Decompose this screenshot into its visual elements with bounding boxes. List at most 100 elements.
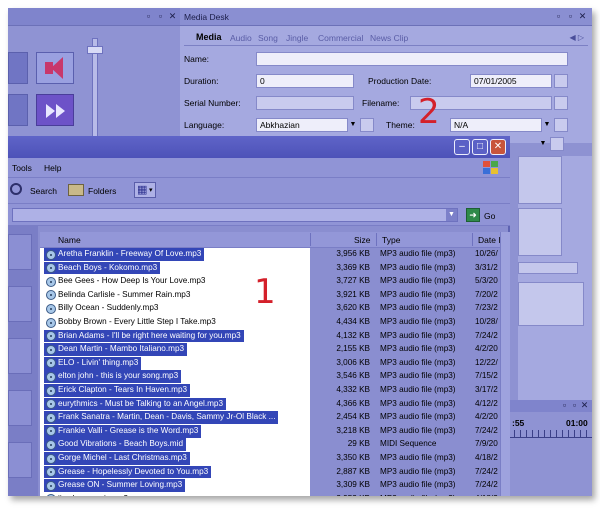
table-row[interactable]: ELO - Livin' thing.mp3 3,006 KB MP3 audio … [40,356,510,371]
close-button[interactable]: ✕ [490,139,506,155]
timeline-ruler[interactable] [508,430,592,438]
column-divider[interactable] [376,233,377,246]
pin-icon[interactable]: ▫ [560,401,569,410]
file-name[interactable]: Bobby Brown - Every Little Step I Take.m… [44,316,219,329]
menu-help[interactable]: Help [44,163,61,173]
float-icon[interactable]: ▫ [570,401,579,410]
search-icon[interactable] [10,183,22,195]
notes-textarea[interactable] [518,208,562,256]
file-name[interactable]: Frank Sanatra - Martin, Dean - Davis, Sa… [44,411,279,424]
minimize-button[interactable]: – [454,139,470,155]
maximize-button[interactable]: □ [472,139,488,155]
file-name[interactable]: Erick Clapton - Tears In Haven.mp3 [44,384,191,397]
column-divider[interactable] [310,233,311,246]
language-options-button[interactable] [360,118,374,132]
date-picker-button[interactable] [554,74,568,88]
column-date[interactable]: Date I [478,235,501,245]
production-date-input[interactable]: 07/01/2005 [470,74,552,88]
chevron-down-icon[interactable]: ▼ [446,209,457,221]
tab-audio[interactable]: Audio [230,33,252,43]
table-row[interactable]: Bobby Brown - Every Little Step I Take.m… [40,316,510,330]
file-name[interactable]: Grease - Hopelessly Devoted to You.mp3 [44,465,212,479]
menu-tools[interactable]: Tools [12,163,32,173]
chevron-down-icon[interactable]: ▼ [538,138,548,150]
task-pane-section[interactable] [8,286,32,322]
table-row[interactable]: Dean Martin - Mambo Italiano.mp3 2,155 KB… [40,343,510,357]
tab-commercial[interactable]: Commercial [318,33,363,43]
go-arrow-icon[interactable]: ➜ [466,208,480,222]
folder-icon[interactable] [68,184,84,196]
file-name[interactable]: Aretha Franklin - Freeway Of Love.mp3 [44,248,205,261]
table-row[interactable]: Good Vibrations - Beach Boys.mid 29 KB MID… [40,438,510,452]
task-pane-section[interactable] [8,338,32,374]
file-name[interactable]: Brian Adams - I'll be right here waiting… [44,329,244,343]
column-divider[interactable] [472,233,473,246]
table-row[interactable]: Grease ON - Summer Loving.mp3 3,309 KB MP3… [40,479,510,493]
table-row[interactable]: Aretha Franklin - Freeway Of Love.mp3 3,9… [40,248,510,262]
file-name[interactable]: Dean Martin - Mambo Italiano.mp3 [44,343,188,356]
file-name[interactable]: Billy Ocean - Suddenly.mp3 [44,302,161,315]
name-input[interactable] [256,52,568,66]
volume-slider-handle[interactable] [87,46,103,54]
pin-icon[interactable]: ▫ [554,12,563,21]
description-textarea[interactable] [518,156,562,204]
file-name[interactable]: Frankie Valli - Grease is the Word.mp3 [44,424,202,438]
fast-forward-icon[interactable] [36,94,74,126]
chevron-down-icon[interactable]: ▼ [348,119,358,131]
column-name[interactable]: Name [58,235,81,245]
close-icon[interactable]: ✕ [578,12,587,21]
task-pane-section[interactable] [8,390,32,426]
theme-options-button[interactable] [554,118,568,132]
file-name[interactable]: jive bunny mix.mp3 [44,493,131,496]
file-name[interactable]: elton john - this is your song.mp3 [44,370,182,384]
close-icon[interactable]: ✕ [168,12,177,21]
table-row[interactable]: Grease - Hopelessly Devoted to You.mp3 2,… [40,465,510,480]
task-pane-section[interactable] [8,234,32,270]
task-pane-section[interactable] [8,442,32,478]
file-name[interactable]: Beach Boys - Kokomo.mp3 [44,261,161,275]
file-name[interactable]: Belinda Carlisle - Summer Rain.mp3 [44,289,193,302]
close-icon[interactable]: ✕ [580,401,589,410]
table-row[interactable]: eurythmics - Must be Talking to an Angel… [40,397,510,412]
volume-slider-track[interactable] [92,38,98,148]
duration-input[interactable]: 0 [256,74,354,88]
float-icon[interactable]: ▫ [566,12,575,21]
search-button[interactable]: Search [30,186,57,196]
file-name[interactable]: Gorge Michel - Last Christmas.mp3 [44,452,190,465]
table-row[interactable]: jive bunny mix.mp3 3,952 KB MP3 audio file… [40,493,510,496]
table-row[interactable]: Frank Sanatra - Martin, Dean - Davis, Sa… [40,411,510,425]
tab-news-clip[interactable]: News Clip [370,33,408,43]
chevron-down-icon[interactable]: ▼ [542,119,552,131]
file-name[interactable]: Good Vibrations - Beach Boys.mid [44,438,186,452]
extra-options-button[interactable] [550,137,564,151]
file-name[interactable]: eurythmics - Must be Talking to an Angel… [44,397,227,411]
table-row[interactable]: Frankie Valli - Grease is the Word.mp3 3,… [40,424,510,439]
tab-song[interactable]: Song [258,33,278,43]
views-icon[interactable] [134,182,156,198]
column-size[interactable]: Size [354,235,371,245]
table-row[interactable]: Gorge Michel - Last Christmas.mp3 3,350 K… [40,452,510,466]
pin-icon[interactable]: ▫ [144,12,153,21]
tab-jingle[interactable]: Jingle [286,33,308,43]
float-icon[interactable]: ▫ [156,12,165,21]
folders-button[interactable]: Folders [88,186,116,196]
table-row[interactable]: Brian Adams - I'll be right here waiting… [40,329,510,344]
address-input[interactable] [12,208,458,222]
speaker-icon[interactable] [36,52,74,84]
left-control-button[interactable] [8,94,28,126]
file-name[interactable]: Bee Gees - How Deep Is Your Love.mp3 [44,275,208,288]
tab-scroll-arrows[interactable]: ◀ ▷ [569,33,584,42]
table-row[interactable]: elton john - this is your song.mp3 3,546 … [40,370,510,384]
file-name[interactable]: ELO - Livin' thing.mp3 [44,356,142,370]
left-control-button[interactable] [8,52,28,84]
go-button[interactable]: Go [484,211,495,221]
table-row[interactable]: Erick Clapton - Tears In Haven.mp3 4,332 … [40,384,510,398]
column-type[interactable]: Type [382,235,400,245]
language-select[interactable]: Abkhazian [256,118,348,132]
theme-select[interactable]: N/A [450,118,542,132]
serial-number-input[interactable] [256,96,354,110]
file-name[interactable]: Grease ON - Summer Loving.mp3 [44,479,186,492]
tab-media[interactable]: Media [196,32,222,42]
vertical-scrollbar[interactable] [500,232,510,496]
browse-file-button[interactable] [554,96,568,110]
